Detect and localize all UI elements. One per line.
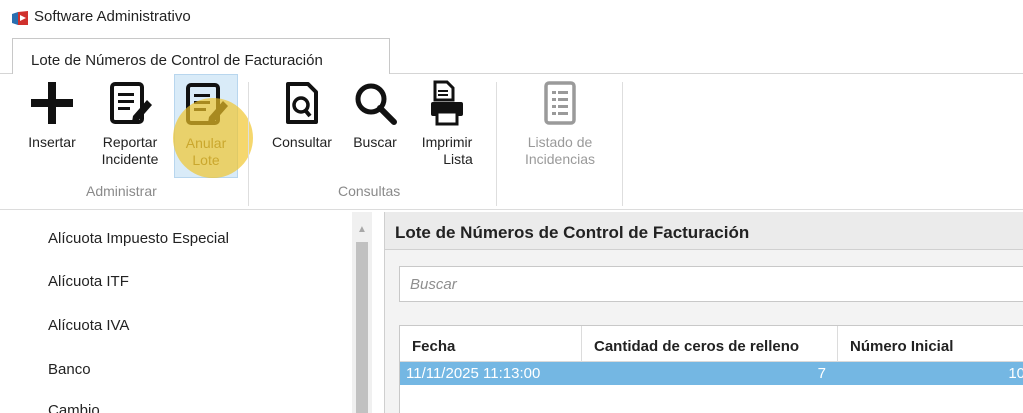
- imprimir-lista-button[interactable]: Imprimir Lista: [412, 74, 482, 178]
- cell-cantidad-ceros: 7: [817, 365, 826, 382]
- edit-document-icon: [186, 83, 228, 125]
- imprimir-lista-label: Imprimir Lista: [421, 134, 473, 167]
- ribbon-tab-row: Lote de Números de Control de Facturació…: [0, 34, 1023, 75]
- cell-numero-inicial: 10: [1008, 365, 1023, 382]
- sidebar-item-alicuota-iva[interactable]: Alícuota IVA: [48, 317, 129, 334]
- tab-lote-numeros-control[interactable]: Lote de Números de Control de Facturació…: [12, 38, 390, 75]
- search-input[interactable]: [399, 266, 1023, 302]
- group-label-administrar: Administrar: [86, 183, 157, 199]
- consultar-label: Consultar: [272, 134, 332, 150]
- reportar-incidente-button[interactable]: Reportar Incidente: [88, 74, 172, 178]
- scroll-thumb[interactable]: [356, 242, 368, 413]
- sidebar-scrollbar[interactable]: ▲: [352, 212, 372, 413]
- group-divider: [496, 82, 497, 206]
- panel-title: Lote de Números de Control de Facturació…: [395, 223, 750, 242]
- sidebar-item-alicuota-impuesto-especial[interactable]: Alícuota Impuesto Especial: [48, 230, 229, 247]
- panel-header: Lote de Números de Control de Facturació…: [385, 212, 1023, 250]
- reportar-incidente-label: Reportar Incidente: [101, 134, 159, 167]
- buscar-label: Buscar: [353, 134, 397, 150]
- printer-icon: [431, 80, 463, 126]
- buscar-button[interactable]: Buscar: [346, 74, 404, 178]
- table-row[interactable]: 11/11/2025 11:13:00 7 10: [400, 362, 1023, 385]
- data-grid: Fecha Cantidad de ceros de relleno Númer…: [399, 325, 1023, 413]
- listado-incidencias-label: Listado de Incidencias: [524, 134, 596, 167]
- sidebar-item-cambio[interactable]: Cambio: [48, 402, 100, 413]
- group-label-consultas: Consultas: [338, 183, 401, 199]
- insertar-button[interactable]: Insertar: [18, 74, 86, 178]
- magnifier-icon: [355, 83, 397, 125]
- main-panel: Lote de Números de Control de Facturació…: [384, 212, 1023, 413]
- sidebar-item-alicuota-itf[interactable]: Alícuota ITF: [48, 273, 129, 290]
- anular-lote-button[interactable]: Anular Lote: [174, 74, 238, 178]
- scroll-up-icon[interactable]: ▲: [357, 224, 367, 235]
- sidebar-nav: Alícuota Impuesto Especial Alícuota ITF …: [0, 212, 352, 413]
- window-title: Software Administrativo: [34, 8, 191, 25]
- group-divider: [248, 82, 249, 206]
- plus-icon: [31, 82, 73, 124]
- listado-incidencias-button[interactable]: Listado de Incidencias: [510, 74, 610, 178]
- document-search-icon: [286, 82, 318, 124]
- group-divider: [622, 82, 623, 206]
- ribbon-toolbar: Insertar Reportar Incidente Anular Lote: [0, 74, 1023, 210]
- consultar-button[interactable]: Consultar: [260, 74, 344, 178]
- list-document-icon: [544, 81, 576, 125]
- search-area: [385, 250, 1023, 318]
- app-logo-icon: [12, 11, 28, 25]
- cell-fecha: 11/11/2025 11:13:00: [406, 365, 541, 382]
- grid-header: Fecha Cantidad de ceros de relleno Númer…: [400, 326, 1023, 362]
- sidebar-item-banco[interactable]: Banco: [48, 361, 91, 378]
- column-header-numero-inicial[interactable]: Número Inicial: [838, 326, 1023, 362]
- column-header-cantidad-ceros[interactable]: Cantidad de ceros de relleno: [582, 326, 838, 362]
- column-header-fecha[interactable]: Fecha: [400, 326, 582, 362]
- insertar-label: Insertar: [28, 134, 76, 150]
- edit-document-icon: [110, 82, 152, 124]
- anular-lote-label: Anular Lote: [185, 135, 227, 168]
- title-bar: Software Administrativo: [0, 0, 1023, 34]
